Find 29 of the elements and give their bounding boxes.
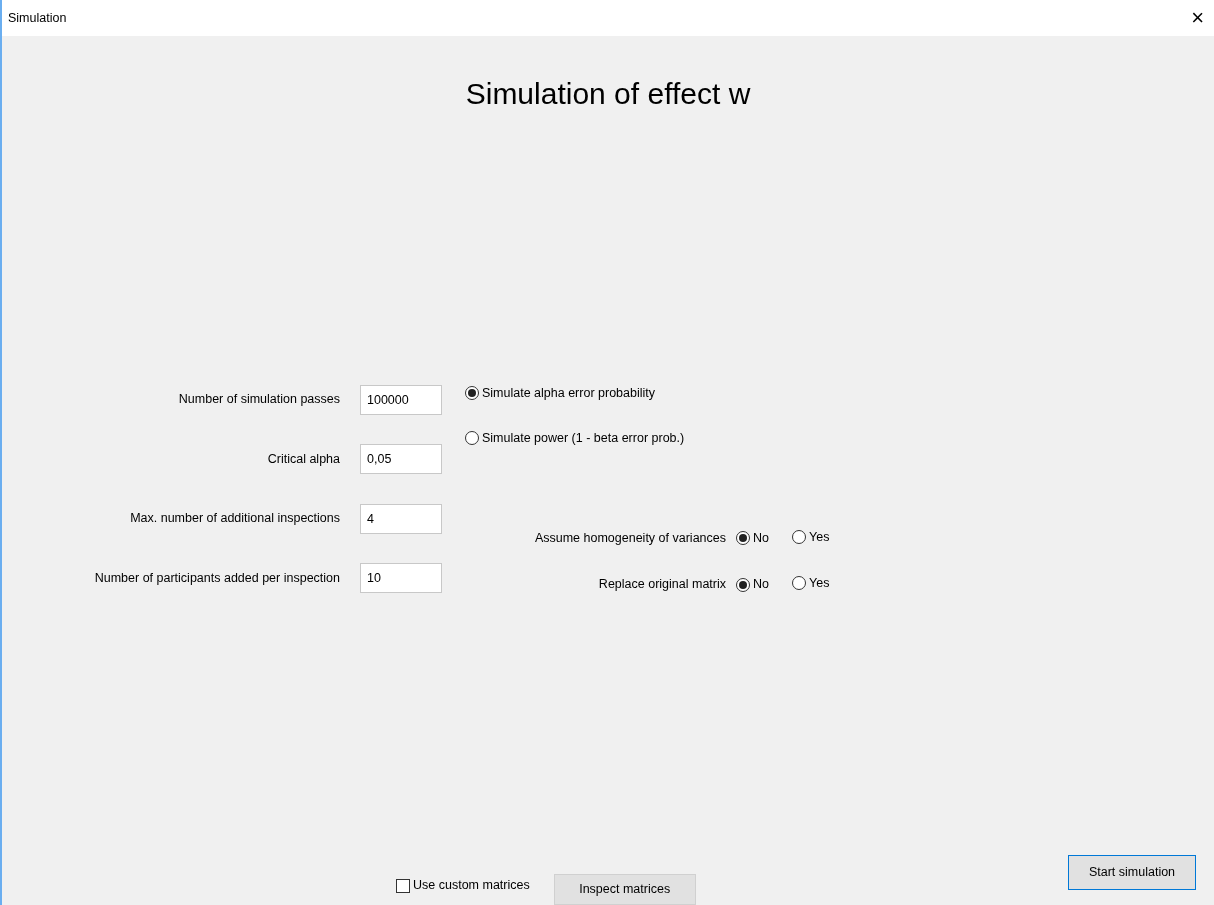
radio-option[interactable]: No xyxy=(736,575,769,594)
field-label: Critical alpha xyxy=(266,450,340,468)
radio-circle-icon[interactable] xyxy=(465,386,479,401)
radio-circle-icon[interactable] xyxy=(736,531,750,546)
option-label: Replace original matrix xyxy=(597,576,727,594)
window-title: Simulation xyxy=(8,9,67,27)
field-label: Max. number of additional inspections xyxy=(129,510,340,528)
radio-circle-icon[interactable] xyxy=(736,577,750,592)
radio-option[interactable]: Simulate alpha error probability xyxy=(465,384,842,403)
input-field[interactable]: 4 xyxy=(360,503,442,534)
radio-option[interactable]: Yes xyxy=(792,527,830,547)
field-label: Number of participants added per inspection xyxy=(93,569,340,587)
radio-circle-icon[interactable] xyxy=(792,576,806,590)
option-label: Assume homogeneity of variances xyxy=(533,530,727,548)
input-field[interactable]: 100000 xyxy=(360,384,442,415)
radio-option[interactable]: Yes xyxy=(792,573,830,593)
checkbox-icon[interactable] xyxy=(396,878,410,893)
field-label: Number of simulation passes xyxy=(177,391,340,409)
start-simulation-button[interactable]: Start simulation xyxy=(1068,855,1196,890)
radio-option[interactable]: Simulate power (1 - beta error prob.) xyxy=(465,428,842,448)
radio-circle-icon[interactable] xyxy=(792,529,806,544)
close-button[interactable]: × xyxy=(1181,7,1214,29)
dialog-heading: Simulation of effect w xyxy=(464,76,752,112)
checkbox-option[interactable]: Use custom matrices xyxy=(396,876,530,895)
radio-circle-icon[interactable] xyxy=(465,431,479,446)
radio-option[interactable]: No xyxy=(736,529,769,548)
inspect-matrices-button[interactable]: Inspect matrices xyxy=(553,874,696,905)
input-field[interactable]: 10 xyxy=(360,563,442,594)
input-field[interactable]: 0,05 xyxy=(360,444,442,475)
